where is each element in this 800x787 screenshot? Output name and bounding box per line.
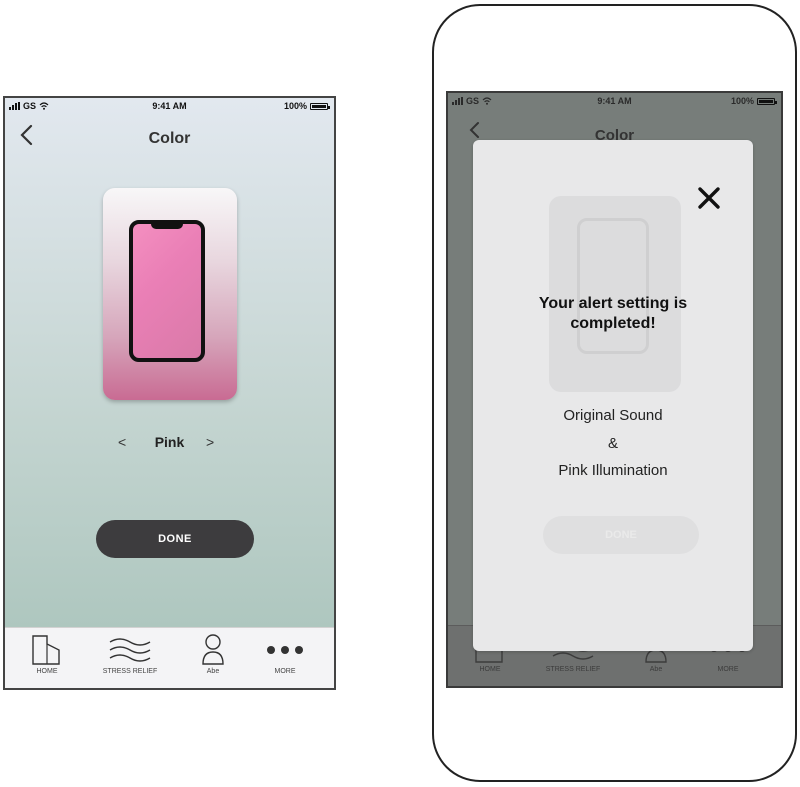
tab-stress-relief[interactable]: STRESS RELIEF [100, 632, 160, 675]
prev-color-button[interactable]: < [118, 434, 126, 450]
status-bar: GS 9:41 AM 100% [448, 93, 781, 111]
tab-label: STRESS RELIEF [102, 668, 158, 675]
home-icon [32, 635, 60, 665]
color-selector: < Pink > [5, 434, 334, 452]
phone-notch [151, 223, 183, 229]
modal-title: Your alert setting is completed! [473, 294, 753, 334]
tab-more[interactable]: MORE [260, 632, 310, 675]
battery-percent: 100% [283, 101, 307, 111]
tab-profile[interactable]: Abe [193, 632, 233, 675]
close-button[interactable] [695, 184, 723, 212]
battery-icon [310, 102, 330, 110]
tab-label: Abe [649, 666, 663, 673]
tab-label: MORE [274, 668, 296, 675]
color-preview-card [103, 188, 237, 400]
color-screen: GS 9:41 AM 100% Color < Pink > DONE HOME… [3, 96, 336, 690]
selected-color-label: Pink [154, 434, 185, 450]
tab-label: MORE [717, 666, 739, 673]
battery-info: 100% [730, 96, 777, 106]
sound-label: Original Sound [563, 407, 663, 424]
phone-preview-icon [129, 220, 205, 362]
alert-completed-modal: DONE Your alert setting is completed! Or… [473, 140, 753, 651]
user-icon [202, 634, 224, 665]
page-title: Color [148, 130, 191, 147]
battery-info: 100% [283, 101, 330, 111]
tab-label: HOME [479, 666, 501, 673]
illumination-label: Pink Illumination [558, 462, 668, 479]
done-button[interactable]: DONE [96, 520, 254, 558]
tab-label: Abe [206, 668, 220, 675]
close-icon [698, 187, 720, 209]
waves-icon [109, 638, 151, 662]
tab-label: HOME [36, 668, 58, 675]
tab-bar: HOME STRESS RELIEF Abe MORE [5, 627, 334, 688]
background-done-button: DONE [543, 516, 699, 554]
more-icon [267, 646, 303, 654]
battery-icon [757, 97, 777, 105]
tab-home[interactable]: HOME [27, 632, 67, 675]
status-bar: GS 9:41 AM 100% [5, 98, 334, 116]
ampersand-label: & [607, 434, 618, 452]
modal-title-line: completed! [570, 315, 656, 332]
next-color-button[interactable]: > [206, 434, 214, 450]
tab-label: STRESS RELIEF [545, 666, 601, 673]
modal-title-line: Your alert setting is [538, 295, 688, 312]
battery-percent: 100% [730, 96, 754, 106]
modal-body: Original Sound & Pink Illumination [473, 402, 753, 485]
